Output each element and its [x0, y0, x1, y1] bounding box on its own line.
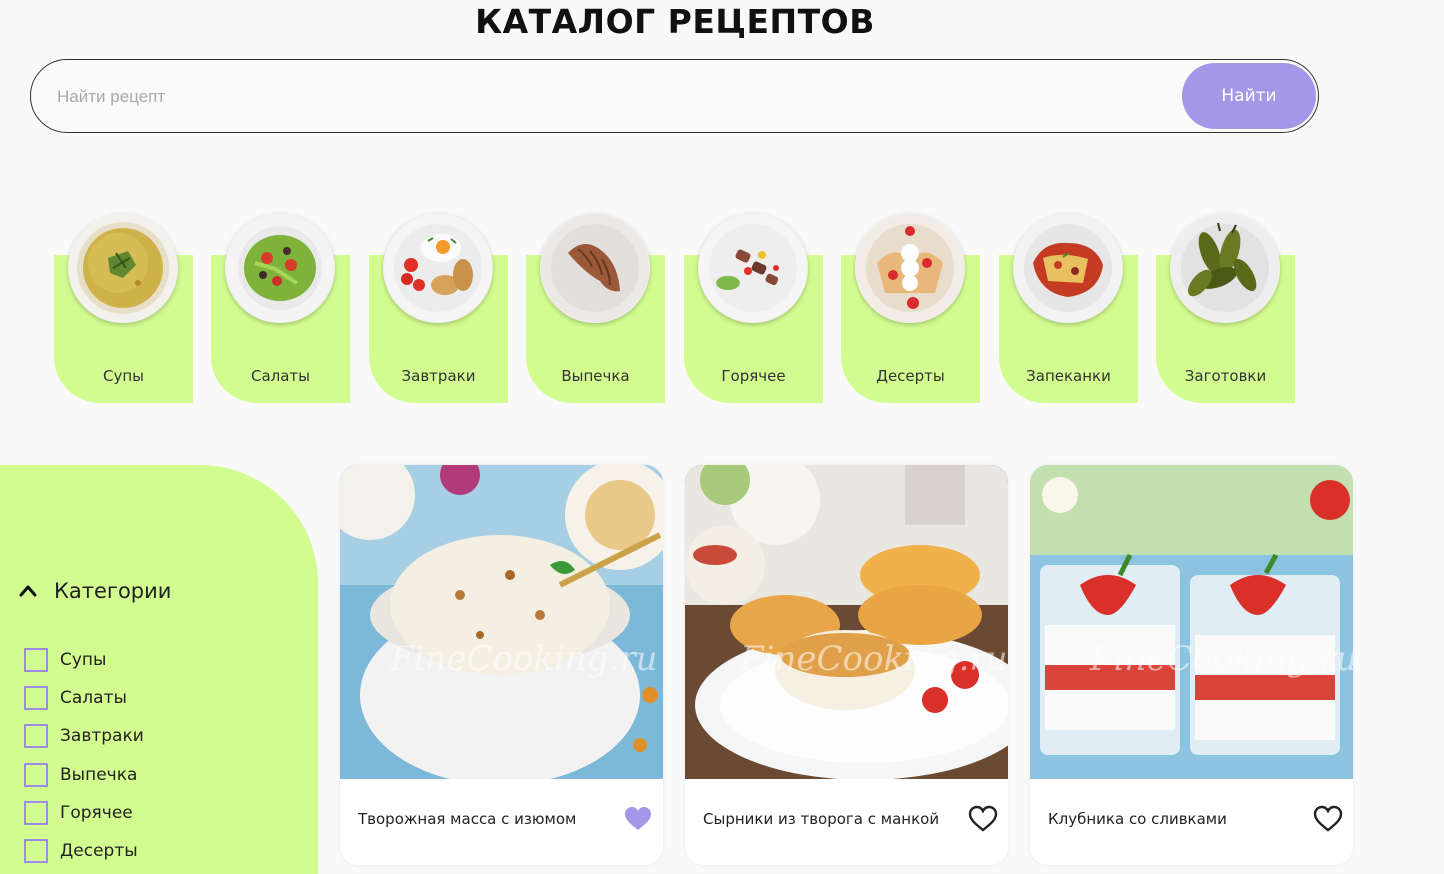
- chevron-up-icon: [19, 585, 37, 597]
- recipe-image: FineCooking.ru: [685, 465, 1008, 779]
- category-label: Завтраки: [401, 367, 476, 385]
- checkbox[interactable]: [24, 724, 48, 749]
- filter-label: Десерты: [60, 841, 138, 862]
- recipe-card[interactable]: FineCooking.ru Сырники из творога с манк…: [685, 465, 1008, 865]
- heart-outline-icon: [968, 805, 998, 832]
- recipe-card[interactable]: FineCooking.ru Творожная масса с изюмом: [340, 465, 663, 865]
- recipe-title: Сырники из творога с манкой: [703, 810, 940, 828]
- filter-label: Выпечка: [60, 764, 138, 785]
- category-label: Запеканки: [1026, 367, 1111, 385]
- watermark: FineCooking.ru: [739, 639, 1008, 679]
- category-label: Супы: [102, 367, 144, 385]
- category-filter-list: Супы Салаты Завтраки Выпечка Горячее Дес…: [24, 641, 144, 874]
- search-input[interactable]: [57, 80, 1157, 114]
- breakfast-plate-icon: [383, 213, 493, 323]
- categories-filter-toggle[interactable]: Категории: [18, 579, 171, 603]
- filter-label: Завтраки: [60, 726, 144, 747]
- checkbox[interactable]: [24, 648, 48, 673]
- recipe-title: Творожная масса с изюмом: [358, 810, 577, 828]
- filter-item-salads[interactable]: Салаты: [24, 679, 144, 717]
- recipe-image: FineCooking.ru: [1030, 465, 1353, 779]
- filter-title: Категории: [54, 579, 172, 603]
- croissant-plate-icon: [540, 213, 650, 323]
- category-tile-baking[interactable]: Выпечка: [526, 210, 665, 403]
- filter-item-breakfasts[interactable]: Завтраки: [24, 717, 144, 755]
- search-button[interactable]: Найти: [1182, 63, 1316, 129]
- favorite-button[interactable]: [623, 804, 653, 834]
- category-label: Салаты: [250, 367, 311, 385]
- filter-item-baking[interactable]: Выпечка: [24, 756, 144, 794]
- salad-plate-icon: [225, 213, 335, 323]
- casserole-plate-icon: [1013, 213, 1123, 323]
- category-tile-soups[interactable]: Супы: [54, 210, 193, 403]
- category-tile-hot-dishes[interactable]: Горячее: [684, 210, 823, 403]
- heart-outline-icon: [1313, 805, 1343, 832]
- checkbox[interactable]: [24, 800, 48, 825]
- dessert-plate-icon: [855, 213, 965, 323]
- checkbox[interactable]: [24, 762, 48, 787]
- checkbox[interactable]: [24, 839, 48, 864]
- filter-item-hot-dishes[interactable]: Горячее: [24, 794, 144, 832]
- category-tile-casseroles[interactable]: Запеканки: [999, 210, 1138, 403]
- filter-label: Супы: [60, 650, 107, 671]
- category-label: Выпечка: [561, 367, 630, 385]
- category-label: Десерты: [876, 367, 945, 385]
- checkbox[interactable]: [24, 686, 48, 711]
- page-title: КАТАЛОГ РЕЦЕПТОВ: [475, 2, 875, 41]
- recipe-title: Клубника со сливками: [1048, 810, 1227, 828]
- category-label: Горячее: [721, 367, 786, 385]
- pickles-plate-icon: [1170, 213, 1280, 323]
- category-label: Заготовки: [1184, 367, 1267, 385]
- hot-dish-plate-icon: [698, 213, 808, 323]
- watermark: FineCooking.ru: [1089, 639, 1353, 679]
- filter-item-desserts[interactable]: Десерты: [24, 832, 144, 870]
- recipe-image: FineCooking.ru: [340, 465, 663, 779]
- soup-plate-icon: [68, 213, 178, 323]
- filter-item-soups[interactable]: Супы: [24, 641, 144, 679]
- search-bar: Найти: [30, 59, 1319, 133]
- category-tile-salads[interactable]: Салаты: [211, 210, 350, 403]
- favorite-button[interactable]: [968, 804, 998, 834]
- filter-label: Горячее: [60, 802, 133, 823]
- category-tile-breakfasts[interactable]: Завтраки: [369, 210, 508, 403]
- favorite-button[interactable]: [1313, 804, 1343, 834]
- watermark: FineCooking.ru: [389, 639, 658, 679]
- filter-item-partial[interactable]: [24, 870, 144, 874]
- category-tile-preserves[interactable]: Заготовки: [1156, 210, 1295, 403]
- category-tile-desserts[interactable]: Десерты: [841, 210, 980, 403]
- filter-label: Салаты: [60, 688, 127, 709]
- heart-filled-icon: [625, 807, 651, 830]
- filter-panel: Категории Супы Салаты Завтраки Выпечка Г…: [0, 465, 318, 874]
- category-tiles: Супы Салаты Завтраки Выпечка Горячее Дес…: [54, 210, 1304, 403]
- recipe-card[interactable]: FineCooking.ru Клубника со сливками: [1030, 465, 1353, 865]
